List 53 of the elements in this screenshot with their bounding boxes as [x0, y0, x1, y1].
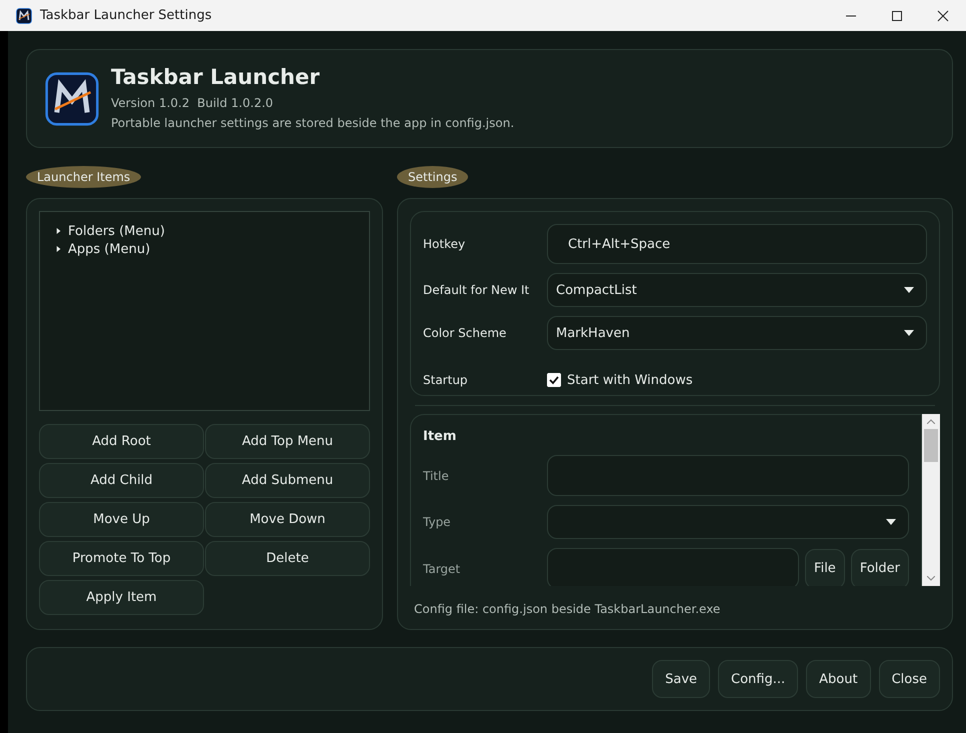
- field-label: Title: [423, 468, 450, 482]
- tree-item[interactable]: Apps (Menu): [68, 242, 150, 256]
- scrollbar-thumb[interactable]: [924, 429, 938, 462]
- action-button[interactable]: Add Child: [39, 463, 204, 498]
- app-logo-icon: [45, 70, 99, 128]
- dropdown[interactable]: CompactList: [547, 273, 927, 307]
- dropdown-arrow-icon: [886, 519, 896, 525]
- browse-button[interactable]: File: [805, 548, 845, 586]
- footer-button[interactable]: Config...: [718, 660, 798, 698]
- action-button[interactable]: Delete: [205, 541, 370, 576]
- scroll-up-icon[interactable]: [927, 419, 935, 424]
- section-label: Settings: [397, 166, 468, 188]
- field-label: Type: [423, 515, 452, 529]
- expand-icon[interactable]: [56, 227, 62, 235]
- close-icon[interactable]: [937, 10, 949, 22]
- field-label: Hotkey: [423, 237, 466, 251]
- action-button[interactable]: Move Down: [205, 502, 370, 537]
- field-label: Startup: [423, 373, 469, 387]
- scrollbar[interactable]: [922, 414, 940, 586]
- app-logo-icon: [16, 8, 32, 24]
- checkbox[interactable]: [547, 373, 561, 387]
- text-field[interactable]: Ctrl+Alt+Space: [547, 224, 927, 264]
- footer-button[interactable]: About: [806, 660, 871, 698]
- section-heading: Item: [423, 429, 458, 444]
- action-button[interactable]: Add Submenu: [205, 463, 370, 498]
- config-note: Config file: config.json beside TaskbarLauncher.exe: [414, 602, 722, 616]
- action-button[interactable]: Add Root: [39, 424, 204, 459]
- text-field[interactable]: [547, 548, 800, 586]
- footer-button[interactable]: Save: [652, 660, 710, 698]
- browse-button[interactable]: Folder: [850, 548, 909, 586]
- dropdown[interactable]: MarkHaven: [547, 316, 927, 350]
- text-field[interactable]: [547, 455, 909, 496]
- checkbox-label[interactable]: Start with Windows: [567, 372, 693, 388]
- maximize-icon[interactable]: [891, 10, 903, 22]
- tree-item[interactable]: Folders (Menu): [68, 224, 165, 238]
- dropdown-arrow-icon: [904, 330, 914, 336]
- action-button[interactable]: Promote To Top: [39, 541, 204, 576]
- version-text: Version 1.0.2 Build 1.0.2.0: [111, 94, 274, 112]
- window-title: Taskbar Launcher Settings: [40, 8, 213, 23]
- expand-icon[interactable]: [56, 245, 62, 253]
- section-label: Launcher Items: [26, 166, 142, 188]
- dropdown-arrow-icon: [904, 287, 914, 293]
- tree-view[interactable]: Folders (Menu) Apps (Menu): [39, 211, 370, 411]
- action-button[interactable]: Apply Item: [39, 580, 204, 615]
- field-label: Default for New It: [423, 283, 530, 297]
- footer-button[interactable]: Close: [878, 660, 940, 698]
- scroll-down-icon[interactable]: [927, 576, 935, 581]
- app-title: Taskbar Launcher: [111, 64, 321, 88]
- field-label: Target: [423, 562, 462, 576]
- field-label: Color Scheme: [423, 326, 508, 340]
- action-button[interactable]: Move Up: [39, 502, 204, 537]
- description-text: Portable launcher settings are stored beside the app in config.json.: [111, 114, 514, 132]
- action-button[interactable]: Add Top Menu: [205, 424, 370, 459]
